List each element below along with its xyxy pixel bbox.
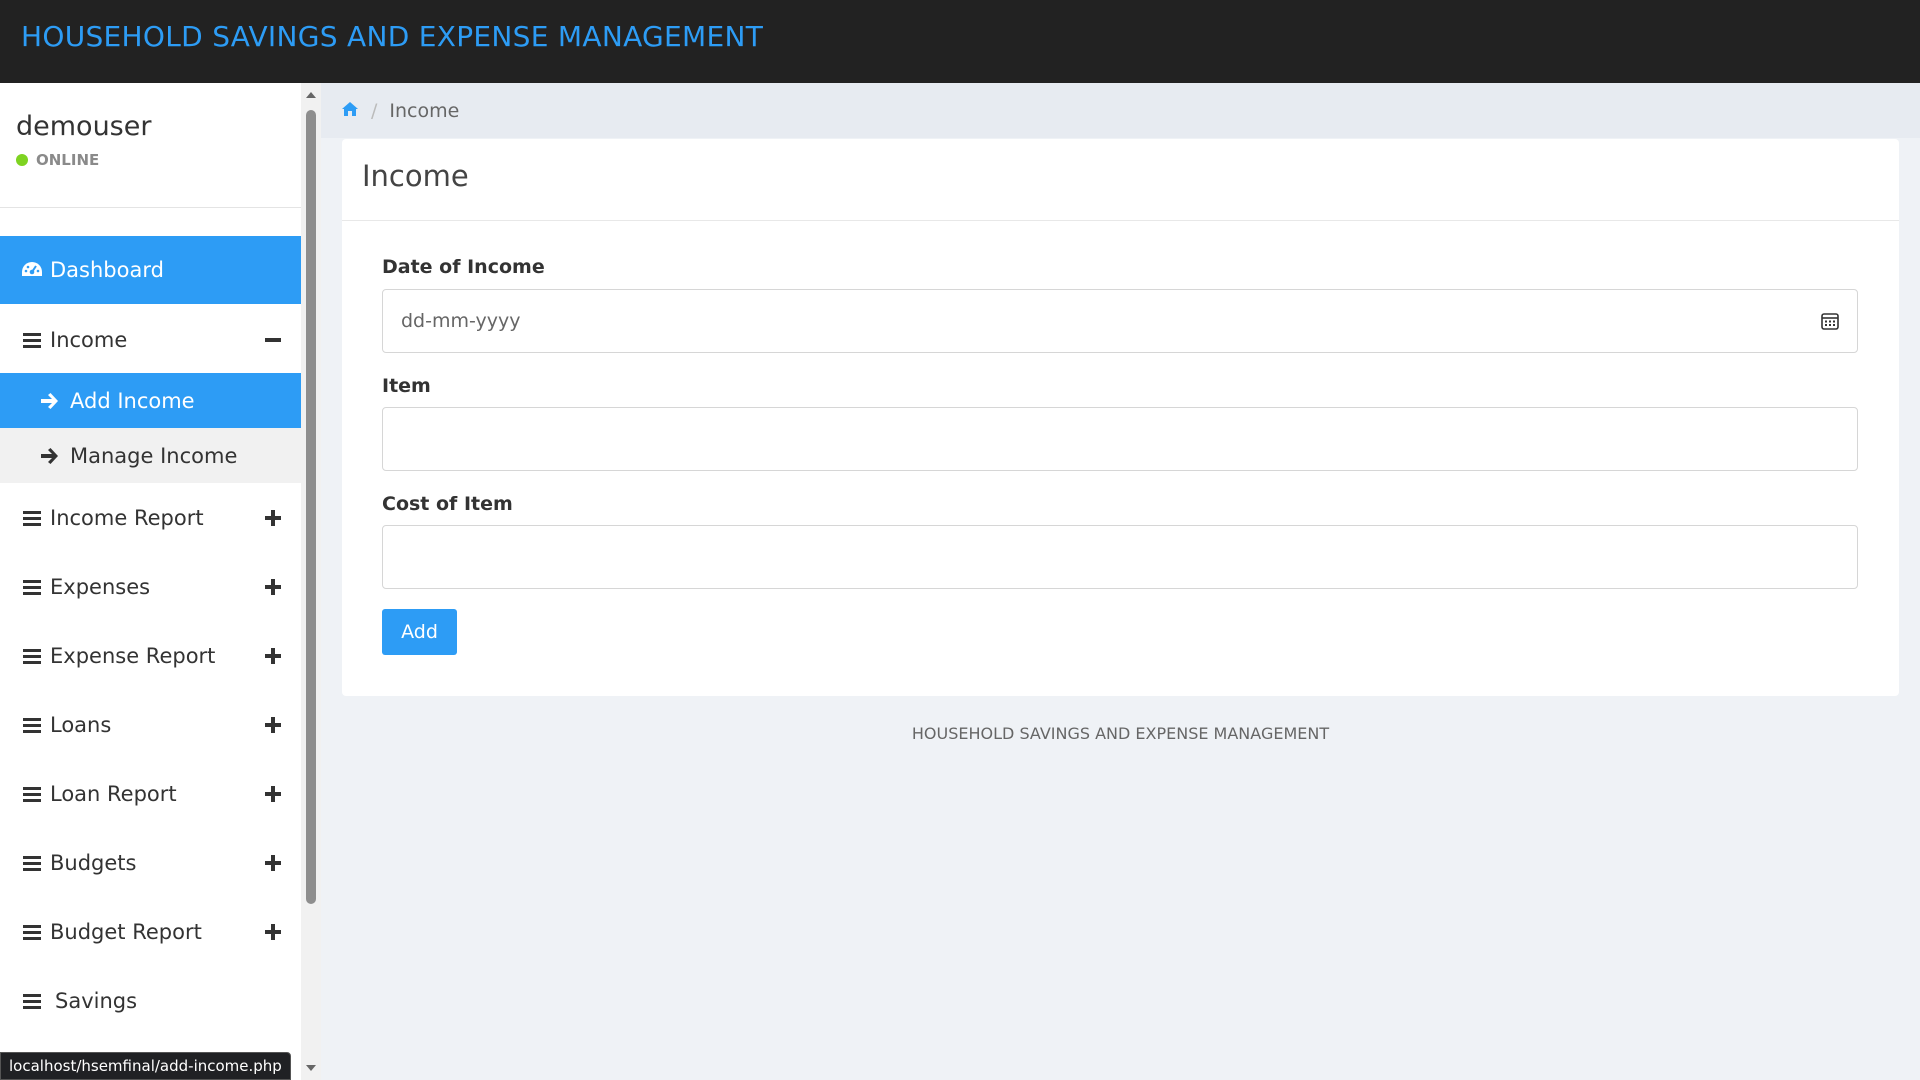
plus-icon[interactable] [264,509,282,527]
user-status-label: ONLINE [36,151,100,169]
item-label: Item [382,375,431,397]
plus-icon[interactable] [264,785,282,803]
sidebar-item-label: Income Report [50,506,204,530]
online-dot-icon [16,154,28,166]
scrollbar-thumb[interactable] [306,110,316,904]
user-name: demouser [16,111,152,142]
bars-icon [20,923,44,941]
sidebar-item-loans[interactable]: Loans [0,691,301,759]
sidebar-item-manage-income[interactable]: Manage Income [0,428,301,483]
scroll-down-icon[interactable] [306,1065,316,1071]
bars-icon [20,509,44,527]
item-input[interactable] [382,407,1858,471]
calendar-icon[interactable] [1820,311,1840,331]
sidebar-item-budgets[interactable]: Budgets [0,829,301,897]
cost-label: Cost of Item [382,493,513,515]
app-title[interactable]: HOUSEHOLD SAVINGS AND EXPENSE MANAGEMENT [21,20,763,53]
date-of-income-input[interactable] [382,289,1858,353]
add-button[interactable]: Add [382,609,457,655]
bars-icon [20,785,44,803]
arrow-right-icon [40,392,60,410]
bars-icon [20,647,44,665]
status-bar-url: localhost/hsemfinal/add-income.php [0,1052,291,1080]
sidebar-item-income-report[interactable]: Income Report [0,484,301,552]
date-label: Date of Income [382,256,545,278]
sidebar-item-savings[interactable]: Savings [0,967,301,1035]
sidebar-item-dashboard[interactable]: Dashboard [0,236,301,304]
sidebar-item-label: Manage Income [70,443,238,468]
sidebar-item-add-income[interactable]: Add Income [0,373,301,428]
top-navbar: HOUSEHOLD SAVINGS AND EXPENSE MANAGEMENT [0,0,1920,83]
breadcrumb-separator: / [371,99,378,122]
sidebar-item-budget-report[interactable]: Budget Report [0,898,301,966]
sidebar-item-label: Loans [50,713,112,737]
sidebar-item-label: Budget Report [50,920,202,944]
minus-icon[interactable] [264,331,282,349]
bars-icon [20,716,44,734]
breadcrumb-current: Income [389,99,460,122]
dashboard-icon [20,260,44,280]
footer-text: HOUSEHOLD SAVINGS AND EXPENSE MANAGEMENT [911,724,1330,743]
card-divider [342,220,1899,221]
bars-icon [20,992,44,1010]
arrow-right-icon [40,447,60,465]
plus-icon[interactable] [264,578,282,596]
bars-icon [20,331,44,349]
page-title: Income [362,159,469,193]
sidebar-item-label: Expense Report [50,644,216,668]
plus-icon[interactable] [264,923,282,941]
sidebar-item-expenses[interactable]: Expenses [0,553,301,621]
plus-icon[interactable] [264,647,282,665]
sidebar-item-label: Loan Report [50,782,177,806]
home-icon[interactable] [341,100,359,122]
bars-icon [20,854,44,872]
plus-icon[interactable] [264,854,282,872]
sidebar-item-expense-report[interactable]: Expense Report [0,622,301,690]
sidebar-item-label: Dashboard [50,258,164,282]
bars-icon [20,578,44,596]
user-status: ONLINE [16,151,99,169]
sidebar-item-label: Savings [55,989,138,1013]
sidebar-item-loan-report[interactable]: Loan Report [0,760,301,828]
sidebar-item-label: Expenses [50,575,151,599]
sidebar: demouser ONLINE Dashboard Income Add Inc… [0,83,301,1080]
scroll-up-icon[interactable] [306,92,316,98]
breadcrumb: / Income [321,83,1920,138]
sidebar-item-label: Budgets [50,851,137,875]
sidebar-item-label: Add Income [70,388,195,413]
plus-icon[interactable] [264,716,282,734]
sidebar-scrollbar[interactable] [301,83,321,1080]
income-form-card: Income Date of Income Item Cost of Item … [342,139,1899,696]
sidebar-item-label: Income [50,328,128,352]
sidebar-item-income[interactable]: Income [0,306,301,374]
sidebar-divider [0,207,301,208]
cost-of-item-input[interactable] [382,525,1858,589]
